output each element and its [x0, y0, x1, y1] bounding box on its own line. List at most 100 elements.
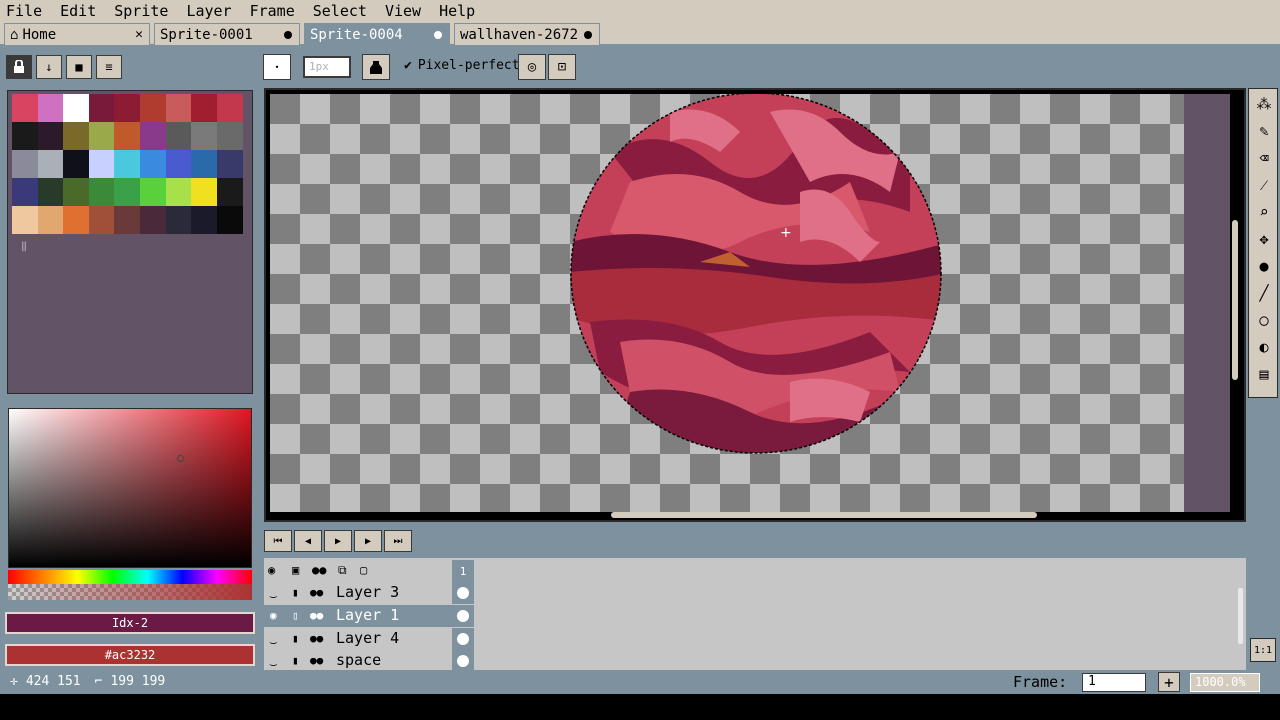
- ellipse-tool-button[interactable]: ◯: [1251, 307, 1277, 333]
- brush-type-button[interactable]: •: [263, 54, 291, 80]
- palette-swatch[interactable]: [191, 94, 218, 122]
- next-frame-button[interactable]: ▶: [354, 530, 382, 552]
- color-spectrum[interactable]: [8, 408, 252, 568]
- palette-menu-button[interactable]: ≡: [96, 55, 122, 79]
- first-frame-button[interactable]: ⏮: [264, 530, 292, 552]
- palette-swatch[interactable]: [63, 150, 90, 178]
- palette-swatch[interactable]: [191, 206, 218, 234]
- lock-icon[interactable]: ▮: [292, 586, 299, 599]
- lock-icon[interactable]: ▮: [292, 632, 299, 645]
- menu-select[interactable]: Select: [313, 2, 367, 20]
- lock-palette-button[interactable]: [6, 55, 32, 79]
- background-color-button[interactable]: #ac3232: [5, 644, 255, 666]
- layer-row[interactable]: ‿ ▮ ●● Layer 4: [264, 628, 474, 650]
- palette-swatch[interactable]: [140, 122, 166, 150]
- cel[interactable]: [452, 628, 474, 650]
- layer-group-icon[interactable]: ⧉: [338, 563, 347, 578]
- palette-swatch[interactable]: [63, 94, 90, 122]
- layer-name[interactable]: Layer 1: [336, 606, 399, 624]
- palette-swatch[interactable]: [37, 150, 64, 178]
- ink-type-button[interactable]: [362, 54, 390, 80]
- palette-swatch[interactable]: [114, 206, 141, 234]
- eye-icon[interactable]: ◉: [270, 609, 277, 622]
- eye-closed-icon[interactable]: ‿: [270, 586, 277, 599]
- horizontal-scrollbar[interactable]: [611, 512, 1037, 518]
- palette-swatch[interactable]: [216, 122, 243, 150]
- palette-swatch[interactable]: [63, 122, 90, 150]
- foreground-color-button[interactable]: Idx-2: [5, 612, 255, 634]
- palette-swatch[interactable]: [12, 150, 38, 178]
- cel[interactable]: [452, 605, 474, 627]
- palette-swatch[interactable]: [88, 94, 115, 122]
- brush-size-input[interactable]: 1px: [303, 56, 351, 78]
- move-tool-button[interactable]: ✥: [1251, 226, 1277, 252]
- palette-swatch[interactable]: [140, 150, 166, 178]
- previous-frame-button[interactable]: ◀: [294, 530, 322, 552]
- play-button[interactable]: ▶: [324, 530, 352, 552]
- new-frame-button[interactable]: +: [1158, 672, 1180, 692]
- palette-view-button[interactable]: ■: [66, 55, 92, 79]
- continuous-icon[interactable]: ●●: [310, 632, 323, 645]
- palette-swatch[interactable]: [140, 94, 166, 122]
- layer-name[interactable]: space: [336, 651, 381, 669]
- palette-swatch[interactable]: [114, 122, 141, 150]
- continuous-icon[interactable]: ●●: [310, 586, 323, 599]
- palette-swatch[interactable]: [140, 178, 166, 206]
- palette-swatch[interactable]: [216, 178, 243, 206]
- eyedropper-tool-button[interactable]: ⁄: [1251, 172, 1277, 198]
- close-icon[interactable]: ✕: [135, 27, 143, 42]
- layer-settings-icon[interactable]: ▢: [360, 563, 367, 577]
- tab-home[interactable]: ⌂ Home ✕: [4, 23, 150, 45]
- palette-swatch[interactable]: [165, 122, 192, 150]
- zoom-input[interactable]: 1000.0%: [1190, 673, 1260, 692]
- palette-swatch[interactable]: [12, 206, 38, 234]
- symmetry-button[interactable]: ⊡: [548, 54, 576, 80]
- menu-layer[interactable]: Layer: [186, 2, 231, 20]
- continuous-icon[interactable]: ●●: [310, 654, 323, 667]
- pencil-tool-button[interactable]: ✎: [1251, 118, 1277, 144]
- last-frame-button[interactable]: ⏭: [384, 530, 412, 552]
- timeline-scrollbar[interactable]: [1238, 588, 1243, 644]
- lock-icon[interactable]: ▮: [292, 654, 299, 667]
- layer-row[interactable]: ‿ ▮ ●● Layer 3: [264, 582, 474, 604]
- palette-swatch[interactable]: [165, 150, 192, 178]
- dynamics-button[interactable]: ◎: [518, 54, 546, 80]
- palette-swatch[interactable]: [88, 206, 115, 234]
- palette-swatch[interactable]: [37, 122, 64, 150]
- lock-icon[interactable]: ▣: [292, 563, 299, 577]
- line-tool-button[interactable]: ╱: [1251, 280, 1277, 306]
- palette-swatch[interactable]: [165, 206, 192, 234]
- palette-swatch[interactable]: [88, 178, 115, 206]
- palette-swatch[interactable]: [191, 150, 218, 178]
- palette-swatch[interactable]: [216, 94, 243, 122]
- canvas[interactable]: +: [270, 94, 1184, 512]
- menu-file[interactable]: File: [6, 2, 42, 20]
- tab-sprite-0001[interactable]: Sprite-0001: [154, 23, 300, 45]
- palette-swatch[interactable]: [88, 150, 115, 178]
- fill-tool-button[interactable]: ●: [1251, 253, 1277, 279]
- alpha-slider[interactable]: [8, 584, 252, 600]
- palette-swatch[interactable]: [216, 150, 243, 178]
- contour-tool-button[interactable]: ◐: [1251, 334, 1277, 360]
- one-to-one-zoom-button[interactable]: 1:1: [1250, 638, 1276, 662]
- continuous-icon[interactable]: ●●: [312, 563, 326, 577]
- eye-icon[interactable]: ◉: [268, 563, 275, 577]
- layer-row-selected[interactable]: ◉ ▯ ●● Layer 1: [264, 605, 474, 627]
- cel[interactable]: [452, 650, 474, 670]
- unlock-icon[interactable]: ▯: [292, 609, 299, 622]
- selection-tool-button[interactable]: ⁂: [1251, 91, 1277, 117]
- palette-swatch[interactable]: [63, 178, 90, 206]
- zoom-tool-button[interactable]: ⌕: [1251, 199, 1277, 225]
- tab-sprite-0004[interactable]: Sprite-0004: [304, 23, 450, 45]
- palette-swatch[interactable]: [12, 94, 38, 122]
- palette-swatch[interactable]: [114, 178, 141, 206]
- frame-header[interactable]: 1: [452, 560, 474, 582]
- pixel-perfect-toggle[interactable]: ✔ Pixel-perfect: [404, 58, 520, 73]
- eye-closed-icon[interactable]: ‿: [270, 654, 277, 667]
- menu-help[interactable]: Help: [439, 2, 475, 20]
- layer-name[interactable]: Layer 3: [336, 583, 399, 601]
- palette-swatch[interactable]: [88, 122, 115, 150]
- palette-options-button[interactable]: ↓: [36, 55, 62, 79]
- menu-frame[interactable]: Frame: [250, 2, 295, 20]
- menu-sprite[interactable]: Sprite: [114, 2, 168, 20]
